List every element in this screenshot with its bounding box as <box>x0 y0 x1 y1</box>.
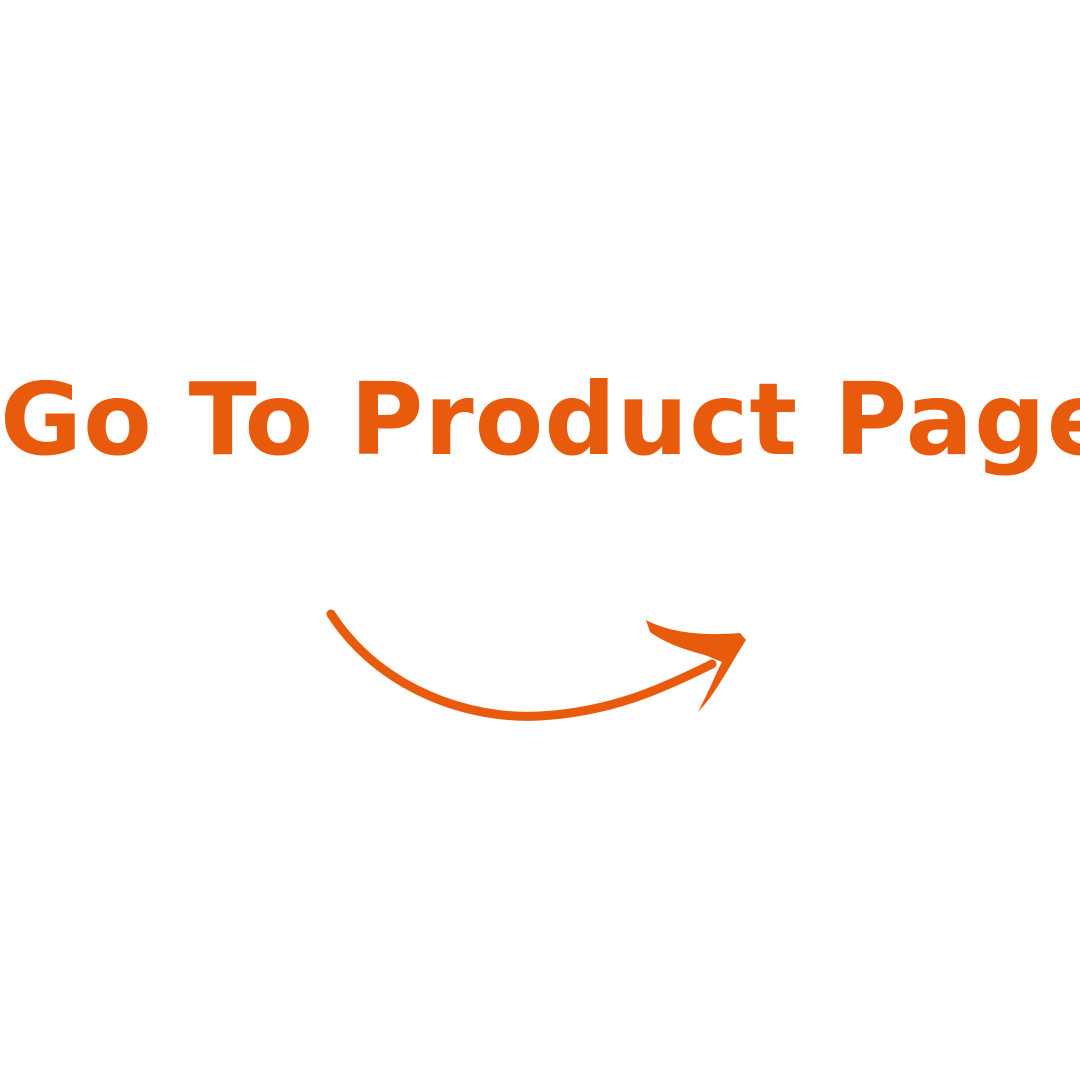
cta-heading: Go To Product Page <box>0 361 1080 478</box>
page-canvas: Go To Product Page <box>0 0 1080 1080</box>
arrow-head <box>646 620 746 712</box>
go-to-product-page-link[interactable]: Go To Product Page <box>0 355 1080 485</box>
curved-arrow-right-icon[interactable] <box>300 580 780 750</box>
